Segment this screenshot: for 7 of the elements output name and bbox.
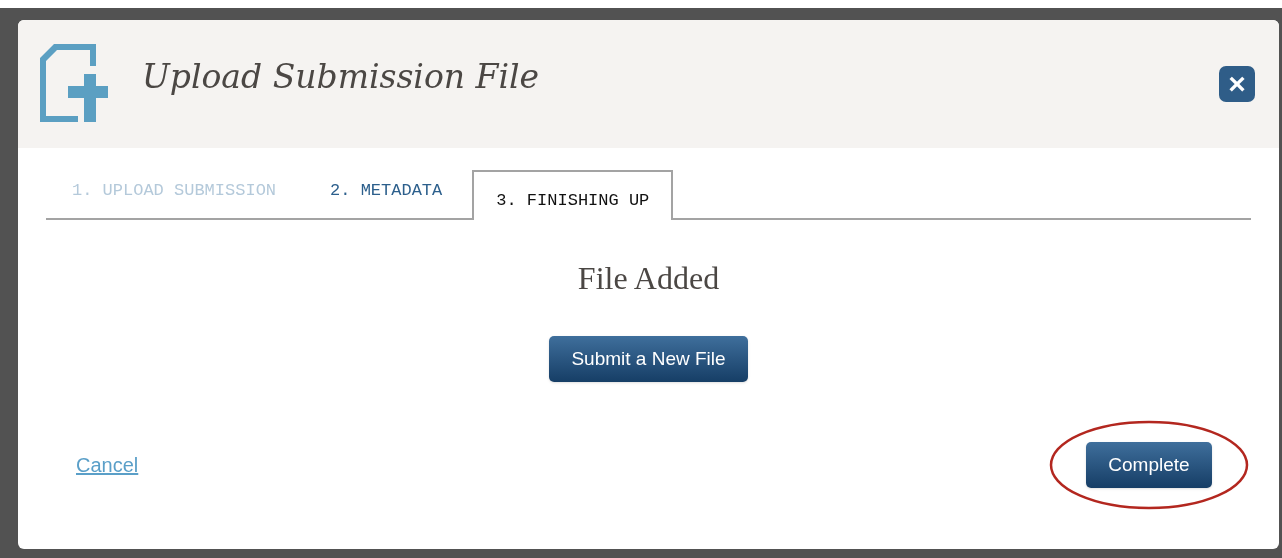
tab[interactable]: 3. FINISHING UP (472, 170, 674, 220)
close-button[interactable]: × (1219, 66, 1255, 102)
tab[interactable]: 2. METADATA (306, 172, 467, 218)
result-heading: File Added (576, 262, 721, 294)
complete-button[interactable]: Complete (1086, 442, 1212, 488)
submit-new-file-button[interactable]: Submit a New File (549, 336, 748, 382)
dialog-title: Upload Submission File (142, 60, 540, 93)
